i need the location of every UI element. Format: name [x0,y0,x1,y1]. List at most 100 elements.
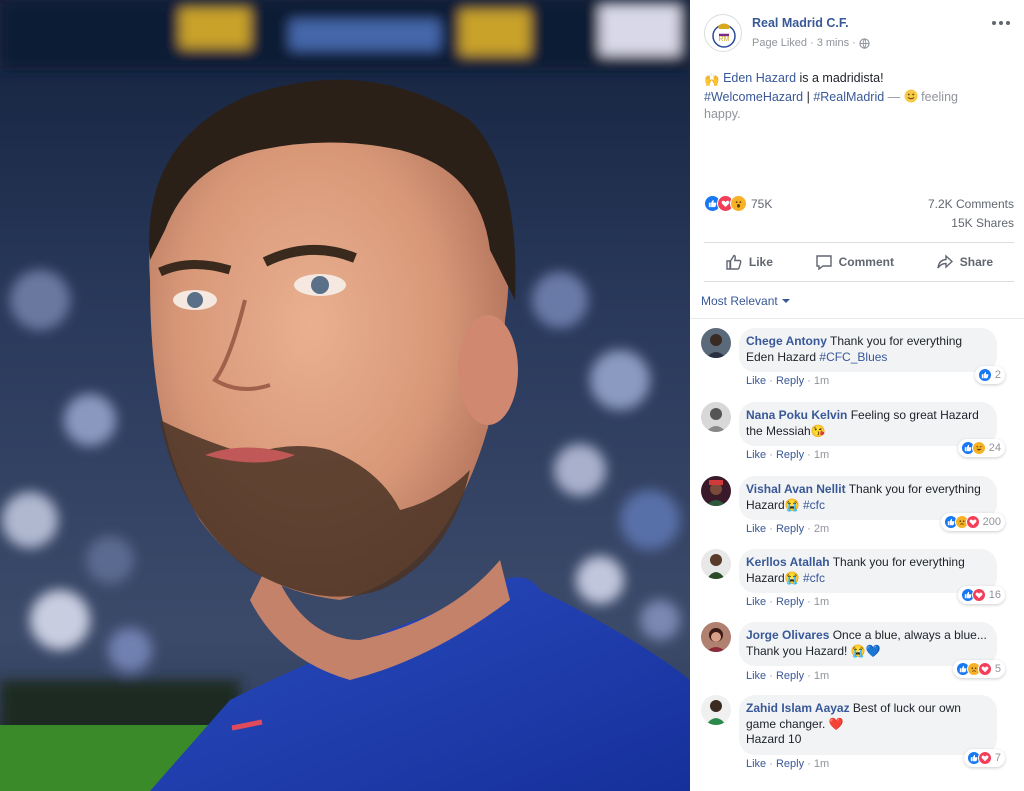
comment-emoji: 😭💙 [850,643,881,658]
mention-link[interactable]: Eden Hazard [723,71,796,85]
sort-label: Most Relevant [701,294,778,308]
comment-bubble-icon [815,255,832,271]
comment-reply-link[interactable]: Reply [776,523,804,535]
comment-bubble: Jorge Olivares Once a blue, always a blu… [739,622,997,666]
dot: · [766,523,776,535]
post-header: RM Real Madrid C.F. Page Liked · 3 mins … [704,14,1014,54]
comment-bubble: Nana Poku Kelvin Feeling so great Hazard… [739,402,997,446]
comment-reaction-count: 7 [994,752,1001,764]
avatar[interactable] [701,622,731,652]
comment-reaction-count: 200 [982,516,1001,528]
avatar[interactable] [701,476,731,506]
comment-text-line2: Hazard 10 [746,732,802,746]
commenter-name[interactable]: Jorge Olivares [746,628,829,642]
comment-reaction-count: 24 [988,442,1001,454]
comment-like-link[interactable]: Like [746,758,766,770]
comments-count[interactable]: 7.2K Comments [928,197,1014,211]
love-reaction-icon [971,588,986,602]
comment-reactions[interactable]: 7 [963,749,1005,767]
comment-time[interactable]: 1m [814,375,829,387]
feeling-word: happy. [704,107,741,121]
love-reaction-icon [977,662,992,676]
comment-reaction-count: 16 [988,589,1001,601]
real-madrid-crest-icon: RM [712,23,736,48]
meta-separator: · [810,37,814,49]
share-button[interactable]: Share [936,253,993,271]
like-reaction-icon [977,368,992,382]
svg-text:RM: RM [719,36,730,43]
dot: · [804,449,814,461]
comment-reply-link[interactable]: Reply [776,596,804,608]
avatar[interactable] [701,402,731,432]
comment-like-link[interactable]: Like [746,375,766,387]
comment-footer: Like · Reply · 1m [746,449,829,461]
avatar[interactable] [701,695,731,725]
dot: · [766,758,776,770]
commenter-name[interactable]: Chege Antony [746,334,827,348]
divider [690,318,1024,319]
comment-emoji: 😭 [784,497,800,512]
comment-reply-link[interactable]: Reply [776,758,804,770]
comment-bubble: Chege Antony Thank you for everything Ed… [739,328,997,372]
post-photo[interactable] [0,0,690,791]
page-name[interactable]: Real Madrid C.F. [752,16,849,30]
comment-hashtag[interactable]: #cfc [800,571,825,585]
avatar[interactable] [701,328,731,358]
comment-reactions[interactable]: 2 [974,366,1005,384]
commenter-name[interactable]: Zahid Islam Aayaz [746,701,850,715]
comment-time[interactable]: 1m [814,596,829,608]
reaction-count: 75K [751,196,773,211]
comment-bubble: Zahid Islam Aayaz Best of luck our own g… [739,695,997,755]
comment-emoji: 😘 [810,423,826,438]
comment-time[interactable]: 1m [814,670,829,682]
comment-time[interactable]: 1m [814,758,829,770]
comment-footer: Like · Reply · 1m [746,670,829,682]
more-options-icon[interactable] [990,16,1012,30]
comment-time[interactable]: 2m [814,523,829,535]
comment-hashtag[interactable]: #CFC_Blues [819,350,887,364]
dot: · [766,596,776,608]
globe-icon[interactable] [859,37,870,49]
post-meta: Page Liked · 3 mins · [752,37,870,49]
comment-emoji: ❤️ [828,716,844,731]
comment-reactions[interactable]: 200 [940,513,1005,531]
comment-button[interactable]: Comment [815,253,894,271]
hashtag-realmadrid[interactable]: #RealMadrid [813,90,884,104]
comment-reactions[interactable]: 16 [957,586,1005,604]
page-avatar[interactable]: RM [704,14,742,52]
hazard-portrait-image [0,0,690,791]
page-liked-label: Page Liked [752,37,808,49]
post-text: 🙌 Eden Hazard is a madridista! #WelcomeH… [704,70,1010,123]
comment-footer: Like · Reply · 1m [746,758,829,770]
share-label: Share [959,255,994,269]
like-button[interactable]: Like [725,253,773,271]
dot: · [804,375,814,387]
meta-separator-2: · [852,37,856,49]
comment-footer: Like · Reply · 1m [746,596,829,608]
comment-like-link[interactable]: Like [746,523,766,535]
commenter-name[interactable]: Nana Poku Kelvin [746,408,847,422]
comment-like-link[interactable]: Like [746,596,766,608]
dot: · [804,596,814,608]
comment-hashtag[interactable]: #cfc [800,498,825,512]
avatar[interactable] [701,549,731,579]
hashtag-welcomehazard[interactable]: #WelcomeHazard [704,90,803,104]
comment-reply-link[interactable]: Reply [776,449,804,461]
comment-reaction-count: 2 [994,369,1001,381]
shares-count[interactable]: 15K Shares [951,216,1014,230]
comment-reactions[interactable]: 24 [957,439,1005,457]
post-time[interactable]: 3 mins [817,37,849,49]
comment-like-link[interactable]: Like [746,670,766,682]
comment-like-link[interactable]: Like [746,449,766,461]
comment-reply-link[interactable]: Reply [776,375,804,387]
comment-sort-dropdown[interactable]: Most Relevant [701,294,790,308]
comment-reactions[interactable]: 5 [952,660,1005,678]
commenter-name[interactable]: Kerllos Atallah [746,555,830,569]
reaction-summary[interactable]: 75K [704,195,772,212]
comment-reaction-count: 5 [994,663,1001,675]
thumbs-up-icon [726,254,742,270]
commenter-name[interactable]: Vishal Avan Nellit [746,482,846,496]
comment-time[interactable]: 1m [814,449,829,461]
comment-reply-link[interactable]: Reply [776,670,804,682]
caret-down-icon [781,299,790,303]
